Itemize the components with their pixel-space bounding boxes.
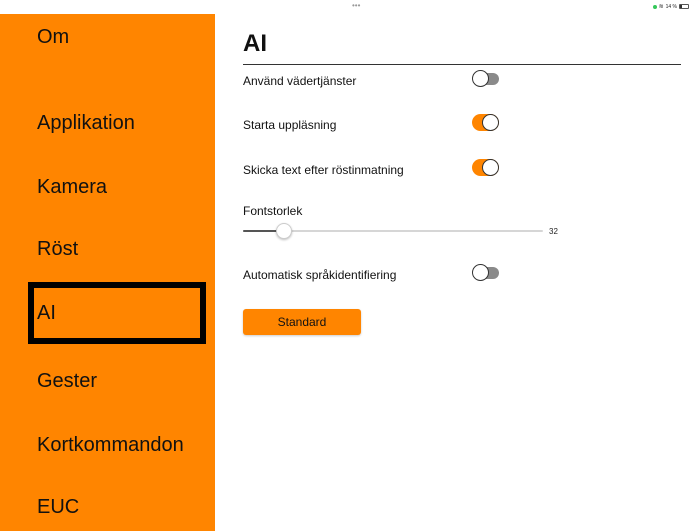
slider-thumb[interactable]: [276, 223, 292, 239]
sidebar-item-label: Gester: [37, 370, 98, 392]
sidebar-item-label: Om: [37, 26, 70, 48]
send-after-voice-toggle[interactable]: [472, 159, 499, 176]
weather-services-toggle[interactable]: [472, 70, 499, 87]
standard-button[interactable]: Standard: [243, 309, 361, 335]
toggle-knob: [482, 114, 499, 131]
setting-label: Använd vädertjänster: [243, 74, 357, 88]
battery-icon: [679, 4, 689, 9]
camera-indicator-icon: [652, 4, 657, 9]
sidebar-item-applikation[interactable]: Applikation: [0, 106, 215, 156]
setting-row-weather-services: Använd vädertjänster: [243, 70, 683, 94]
font-size-slider[interactable]: [243, 223, 543, 239]
font-size-label: Fontstorlek: [243, 204, 303, 218]
sidebar-item-label: Applikation: [37, 112, 135, 134]
sidebar-item-label: AI: [37, 302, 56, 324]
sidebar-item-ai[interactable]: AI: [28, 282, 206, 344]
multitasking-dots-icon[interactable]: •••: [352, 1, 360, 10]
toggle-knob: [472, 264, 489, 281]
sidebar-item-label: Kamera: [37, 176, 108, 198]
sidebar-item-label: Kortkommandon: [37, 434, 184, 456]
setting-row-send-after-voice: Skicka text efter röstinmatning: [243, 159, 683, 183]
sidebar-item-kamera[interactable]: Kamera: [0, 170, 215, 220]
sidebar-item-om[interactable]: Om: [0, 18, 215, 68]
status-bar: 15:48 ons 12 mars ••• ≋ 14 %: [0, 0, 695, 14]
font-size-value: 32: [549, 227, 558, 236]
toggle-knob: [482, 159, 499, 176]
setting-label: Skicka text efter röstinmatning: [243, 163, 404, 177]
wifi-icon: ≋: [658, 4, 664, 10]
battery-percent: 14 %: [665, 3, 677, 10]
sidebar-item-label: EUC: [37, 496, 80, 518]
setting-row-read-aloud: Starta uppläsning: [243, 114, 683, 138]
settings-panel: AI Använd vädertjänster Starta uppläsnin…: [243, 14, 683, 531]
setting-label: Automatisk språkidentifiering: [243, 268, 397, 282]
setting-label: Starta uppläsning: [243, 118, 337, 132]
language-detection-toggle[interactable]: [472, 264, 499, 281]
sidebar-item-kortkommandon[interactable]: Kortkommandon: [0, 430, 215, 480]
sidebar: Om Applikation Kamera Röst AI Gester Kor…: [0, 14, 215, 531]
status-indicators: ≋ 14 %: [652, 3, 689, 10]
sidebar-item-label: Röst: [37, 238, 79, 260]
setting-row-language-detection: Automatisk språkidentifiering: [243, 264, 683, 288]
status-time: 15:48 ons 12 mars: [4, 4, 46, 10]
sidebar-item-gester[interactable]: Gester: [0, 366, 215, 416]
sidebar-item-euc[interactable]: EUC: [0, 492, 215, 531]
title-divider: [243, 64, 681, 65]
toggle-knob: [472, 70, 489, 87]
read-aloud-toggle[interactable]: [472, 114, 499, 131]
sidebar-item-rost[interactable]: Röst: [0, 234, 215, 284]
page-title: AI: [243, 30, 267, 57]
